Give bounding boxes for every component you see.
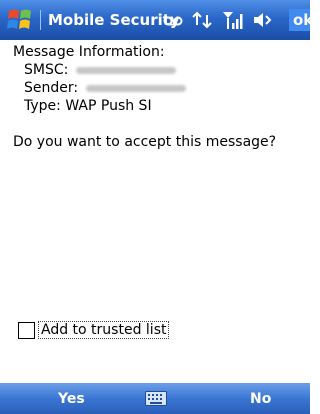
softkey-bar: Yes No <box>0 383 310 414</box>
signal-strength-icon[interactable] <box>222 9 244 35</box>
trusted-list-label[interactable]: Add to trusted list <box>38 321 170 339</box>
mobile-security-screen: Mobile Security ok Message Information: … <box>0 0 310 414</box>
keyboard-icon[interactable] <box>145 391 167 406</box>
title-divider <box>40 10 41 30</box>
smsc-redacted-value <box>76 66 177 74</box>
volume-icon[interactable] <box>252 9 274 35</box>
smsc-row: SMSC: <box>24 62 177 78</box>
sender-row: Sender: <box>24 80 187 96</box>
trusted-list-checkbox[interactable] <box>18 322 35 339</box>
accept-question: Do you want to accept this message? <box>13 134 277 150</box>
windows-start-icon[interactable] <box>6 6 34 34</box>
title-bar: Mobile Security ok <box>0 0 310 40</box>
ok-button[interactable]: ok <box>289 9 310 31</box>
message-info-heading: Message Information: <box>13 44 165 60</box>
sender-label: Sender: <box>24 80 79 96</box>
no-softkey[interactable]: No <box>250 391 271 407</box>
smsc-label: SMSC: <box>24 62 69 78</box>
yes-softkey[interactable]: Yes <box>58 391 85 407</box>
sender-redacted-value <box>86 84 187 92</box>
message-type: Type: WAP Push SI <box>24 98 152 114</box>
app-title: Mobile Security <box>48 11 180 29</box>
connectivity-icon[interactable] <box>191 9 213 35</box>
voicemail-icon[interactable] <box>162 9 184 35</box>
